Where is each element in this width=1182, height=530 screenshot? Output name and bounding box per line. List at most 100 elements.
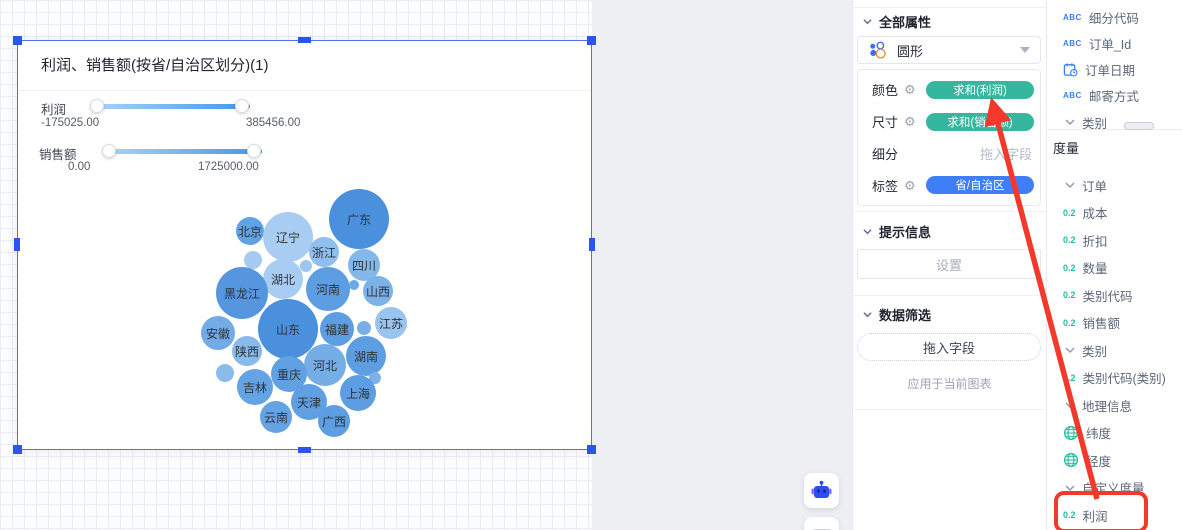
- number-field-icon: 0.2: [1063, 318, 1076, 328]
- field-item-销售额[interactable]: 0.2 销售额: [1047, 310, 1182, 336]
- bubble-安徽[interactable]: 安徽: [201, 316, 235, 350]
- field-item-纬度[interactable]: 纬度: [1047, 420, 1182, 446]
- bubble-label: 河北: [313, 357, 337, 374]
- chevron-down-icon: [1065, 117, 1075, 127]
- bubble-label: 湖南: [354, 348, 378, 365]
- all-properties-header[interactable]: 全部属性: [863, 12, 931, 31]
- field-pill[interactable]: 求和(销售额): [926, 113, 1034, 131]
- bubble-北京[interactable]: 北京: [236, 217, 264, 245]
- bubble-辽宁[interactable]: 辽宁: [263, 212, 313, 262]
- field-item-订单日期[interactable]: 订单日期: [1047, 57, 1182, 83]
- widget-toolbar-button[interactable]: [804, 517, 839, 530]
- section-divider: [853, 409, 1046, 410]
- resize-handle-bottom-left[interactable]: [13, 445, 22, 454]
- resize-handle-bottom[interactable]: [298, 447, 311, 453]
- bubble-unlabeled[interactable]: [300, 260, 312, 272]
- resize-handle-top-left[interactable]: [13, 36, 22, 45]
- field-item-类别代码[interactable]: 0.2类别代码: [1047, 282, 1182, 308]
- field-item-数量[interactable]: 0.2数量: [1047, 255, 1182, 281]
- number-field-icon: 0.2: [1063, 510, 1076, 520]
- resize-handle-bottom-right[interactable]: [587, 445, 596, 454]
- field-group-订单[interactable]: 订单: [1047, 172, 1182, 198]
- bubble-label: 湖北: [271, 271, 295, 288]
- field-group-地理信息[interactable]: 地理信息: [1047, 392, 1182, 418]
- field-item-细分代码[interactable]: ABC细分代码: [1047, 4, 1182, 30]
- bubble-湖南[interactable]: 湖南: [346, 336, 386, 376]
- field-label: 细分代码: [1089, 8, 1139, 27]
- bubble-云南[interactable]: 云南: [260, 401, 292, 433]
- dashboard-canvas[interactable]: 利润、销售额(按省/自治区划分)(1) 利润 -175025.00 385456…: [0, 0, 592, 530]
- field-item-邮寄方式[interactable]: ABC邮寄方式: [1047, 83, 1182, 109]
- bubble-unlabeled[interactable]: [349, 280, 359, 290]
- resize-handle-top-right[interactable]: [587, 36, 596, 45]
- field-item-类别代码(类别)[interactable]: 0.2类别代码(类别): [1047, 365, 1182, 391]
- field-item-成本[interactable]: 0.2成本: [1047, 200, 1182, 226]
- drop-field-placeholder[interactable]: 拖入字段: [980, 144, 1032, 163]
- bubble-福建[interactable]: 福建: [320, 312, 354, 346]
- bubble-label: 福建: [325, 321, 349, 338]
- field-item-经度[interactable]: 经度: [1047, 447, 1182, 473]
- properties-panel: 全部属性 圆形 颜色⚙求和(利润)尺寸⚙求和(销售额)细分拖入字段标签⚙省/自治…: [852, 0, 1046, 530]
- field-item-利润[interactable]: 0.2利润: [1047, 502, 1182, 528]
- editor-gutter: [592, 0, 852, 530]
- gear-icon[interactable]: ⚙: [904, 83, 916, 96]
- field-item-折扣[interactable]: 0.2折扣: [1047, 227, 1182, 253]
- chart-type-select[interactable]: 圆形: [857, 36, 1041, 64]
- bubble-label: 天津: [297, 394, 321, 411]
- gear-icon[interactable]: ⚙: [904, 179, 916, 192]
- bubble-河北[interactable]: 河北: [304, 344, 346, 386]
- field-label: 纬度: [1086, 423, 1111, 442]
- filter-drop-field-zone[interactable]: 拖入字段: [857, 333, 1041, 361]
- data-filter-section-header[interactable]: 数据筛选: [863, 305, 931, 324]
- section-divider: [853, 211, 1046, 212]
- section-divider: [853, 295, 1046, 296]
- field-label: 经度: [1086, 451, 1111, 470]
- bubble-吉林[interactable]: 吉林: [237, 369, 273, 405]
- resize-handle-left[interactable]: [14, 238, 20, 251]
- field-pill[interactable]: 求和(利润): [926, 81, 1034, 99]
- bubble-广东[interactable]: 广东: [329, 189, 389, 249]
- bubble-广西[interactable]: 广西: [318, 405, 350, 437]
- tooltip-settings-button[interactable]: 设置: [857, 249, 1041, 279]
- bubble-chart-widget[interactable]: 利润、销售额(按省/自治区划分)(1) 利润 -175025.00 385456…: [17, 40, 592, 450]
- bubble-陕西[interactable]: 陕西: [232, 336, 262, 366]
- keyboard-icon: [812, 525, 832, 530]
- bubble-label: 四川: [352, 257, 376, 274]
- resize-handle-right[interactable]: [589, 238, 595, 251]
- chevron-down-icon: [863, 17, 872, 26]
- number-field-icon: 0.2: [1063, 290, 1076, 300]
- chevron-down-icon: [1065, 400, 1075, 410]
- scrollbar-thumb[interactable]: [1124, 122, 1154, 130]
- field-label: 成本: [1083, 203, 1108, 222]
- filter-scope-note: 应用于当前图表: [853, 375, 1046, 392]
- tooltip-section-header[interactable]: 提示信息: [863, 222, 931, 241]
- field-label: 数量: [1083, 258, 1108, 277]
- field-item-订单_Id[interactable]: ABC订单_Id: [1047, 30, 1182, 56]
- ai-assistant-button[interactable]: [804, 473, 839, 508]
- bubble-浙江[interactable]: 浙江: [309, 237, 339, 267]
- bubble-unlabeled[interactable]: [357, 321, 371, 335]
- field-label: 销售额: [1083, 313, 1121, 332]
- bubble-山西[interactable]: 山西: [363, 276, 393, 306]
- encoding-label: 细分: [872, 144, 898, 163]
- field-group-自定义度量[interactable]: 自定义度量: [1047, 475, 1182, 501]
- bubble-unlabeled[interactable]: [244, 251, 262, 269]
- bubble-湖北[interactable]: 湖北: [263, 259, 303, 299]
- resize-handle-top[interactable]: [298, 37, 311, 43]
- bubble-unlabeled[interactable]: [216, 364, 234, 382]
- gear-icon[interactable]: ⚙: [904, 115, 916, 128]
- field-group-类别[interactable]: 类别: [1047, 337, 1182, 363]
- bubble-黑龙江[interactable]: 黑龙江: [216, 267, 268, 319]
- bubble-江苏[interactable]: 江苏: [375, 307, 407, 339]
- bubble-label: 黑龙江: [224, 285, 260, 302]
- bubble-label: 山西: [366, 283, 390, 300]
- robot-icon: [811, 480, 832, 501]
- field-group-类别[interactable]: 类别: [1047, 109, 1182, 135]
- bubble-label: 广东: [347, 211, 371, 228]
- bubble-label: 云南: [264, 409, 288, 426]
- field-pill[interactable]: 省/自治区: [926, 176, 1034, 194]
- bubble-上海[interactable]: 上海: [340, 375, 376, 411]
- bubble-河南[interactable]: 河南: [306, 267, 350, 311]
- bubble-label: 江苏: [379, 315, 403, 332]
- number-field-icon: 0.2: [1063, 373, 1076, 383]
